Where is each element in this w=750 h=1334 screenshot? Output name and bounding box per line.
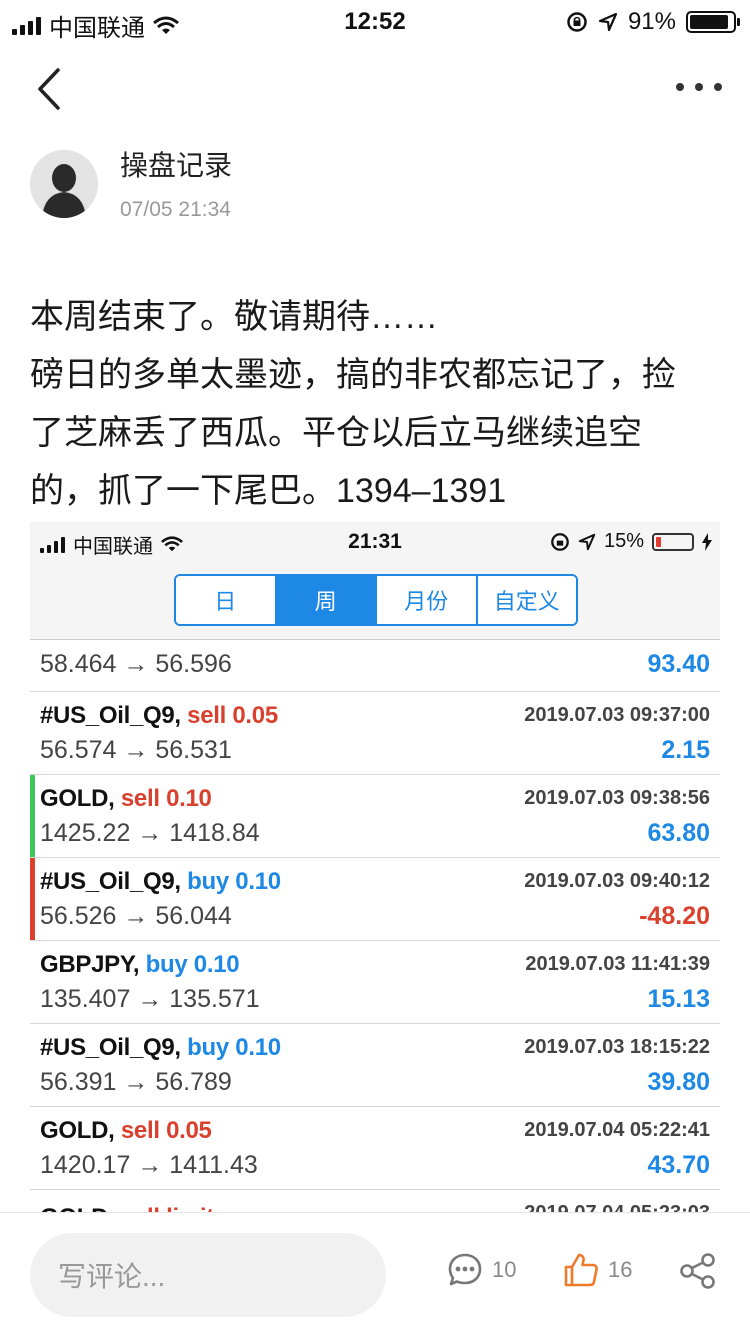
post-body: 本周结束了。敬请期待…… 磅日的多单太墨迹，搞的非农都忘记了，捡 了芝麻丢了西瓜… <box>30 288 730 520</box>
comment-button[interactable]: 10 <box>446 1251 516 1289</box>
table-row[interactable]: GOLD, sell limit 2019.07.04 05:23:03 <box>30 1190 720 1212</box>
tab-custom[interactable]: 自定义 <box>477 576 576 624</box>
location-icon <box>578 533 596 550</box>
trade-prices: 56.391 → 56.789 <box>40 1068 232 1096</box>
thumbs-up-icon <box>564 1253 598 1287</box>
trade-profit: 63.80 <box>647 819 710 847</box>
trade-side: buy 0.10 <box>145 951 240 978</box>
trade-prices: 56.574 → 56.531 <box>40 736 232 764</box>
trade-time: 2019.07.03 09:40:12 <box>524 870 710 892</box>
trade-prices: 58.464 → 56.596 <box>40 650 232 678</box>
image-battery-percent: 15% <box>603 530 644 552</box>
post-line: 了芝麻丢了西瓜。平仓以后立马继续追空 <box>30 414 642 452</box>
period-tabs: 日 周 月份 自定义 <box>174 574 578 626</box>
trade-symbol: GOLD, <box>40 1117 115 1144</box>
trade-time: 2019.07.04 05:22:41 <box>524 1119 710 1141</box>
table-row[interactable]: GBPJPY, buy 0.10 2019.07.03 11:41:39 135.4… <box>30 941 720 1024</box>
trade-profit: 2.15 <box>661 736 710 764</box>
row-marker <box>30 775 35 857</box>
image-status-right: 15% <box>550 530 712 553</box>
trade-profit: 93.40 <box>647 650 710 678</box>
bottom-bar: 写评论... 10 16 <box>0 1212 750 1334</box>
trade-profit: 39.80 <box>647 1068 710 1096</box>
trade-prices: 135.407 → 135.571 <box>40 985 260 1013</box>
post-time: 07/05 21:34 <box>120 198 231 221</box>
trade-title: GOLD, sell 0.10 <box>40 785 212 813</box>
chevron-left-icon[interactable] <box>30 64 70 114</box>
trade-time: 2019.07.03 09:38:56 <box>524 787 710 809</box>
trade-list: 58.464 → 56.596 93.40 #US_Oil_Q9, sell 0… <box>30 640 720 1212</box>
rotation-lock-icon <box>551 532 569 551</box>
table-row[interactable]: GOLD, sell 0.10 2019.07.03 09:38:56 1425.2… <box>30 775 720 858</box>
battery-icon <box>686 11 740 33</box>
trade-title: GOLD, sell 0.05 <box>40 1117 212 1145</box>
table-row[interactable]: 58.464 → 56.596 93.40 <box>30 640 720 692</box>
trade-symbol: GBPJPY, <box>40 951 140 978</box>
more-horizontal-icon[interactable] <box>676 80 722 94</box>
share-button[interactable] <box>678 1251 718 1291</box>
comment-count: 10 <box>492 1257 517 1282</box>
comment-input[interactable]: 写评论... <box>30 1233 386 1317</box>
trade-title: GBPJPY, buy 0.10 <box>40 951 240 979</box>
trade-side: buy 0.10 <box>187 868 281 895</box>
row-marker <box>30 858 35 940</box>
post-line: 的，抓了一下尾巴。1394–1391 <box>30 472 507 510</box>
trade-time: 2019.07.03 11:41:39 <box>525 953 710 975</box>
trade-profit: 43.70 <box>647 1151 710 1179</box>
author-name[interactable]: 操盘记录 <box>120 144 232 184</box>
share-icon <box>680 1253 715 1289</box>
table-row[interactable]: #US_Oil_Q9, sell 0.05 2019.07.03 09:37:00… <box>30 692 720 775</box>
trade-side: sell limit <box>121 1204 214 1212</box>
trade-profit: 15.13 <box>647 985 710 1013</box>
trade-profit: -48.20 <box>639 902 710 930</box>
tab-day[interactable]: 日 <box>176 576 277 624</box>
tab-month[interactable]: 月份 <box>377 576 478 624</box>
trade-title: #US_Oil_Q9, buy 0.10 <box>40 1034 281 1062</box>
post-image[interactable]: 中国联通 21:31 15% 日 周 月份 自定义 58.464 → 56.59… <box>30 522 720 1212</box>
avatar-silhouette-icon <box>30 150 98 218</box>
image-header: 中国联通 21:31 15% 日 周 月份 自定义 <box>30 522 720 640</box>
trade-prices: 1420.17 → 1411.43 <box>40 1151 258 1179</box>
trade-side: sell 0.05 <box>187 702 278 729</box>
trade-side: sell 0.10 <box>120 785 212 812</box>
like-count: 16 <box>608 1257 633 1282</box>
tab-week[interactable]: 周 <box>276 576 377 624</box>
status-bar: 中国联通 12:52 91% <box>0 0 750 44</box>
location-icon <box>598 12 618 32</box>
avatar[interactable] <box>30 150 98 218</box>
trade-prices: 56.526 → 56.044 <box>40 902 232 930</box>
trade-symbol: GOLD, <box>40 785 115 812</box>
trade-symbol: #US_Oil_Q9, <box>40 868 181 895</box>
trade-side: sell 0.05 <box>120 1117 212 1144</box>
table-row[interactable]: #US_Oil_Q9, buy 0.10 2019.07.03 18:15:22 5… <box>30 1024 720 1107</box>
trade-side: buy 0.10 <box>187 1034 281 1061</box>
charging-icon <box>702 532 712 551</box>
like-button[interactable]: 16 <box>562 1251 632 1289</box>
trade-time: 2019.07.03 09:37:00 <box>524 704 710 726</box>
trade-prices: 1425.22 → 1418.84 <box>40 819 260 847</box>
rotation-lock-icon <box>567 12 587 32</box>
trade-symbol: #US_Oil_Q9, <box>40 1034 181 1061</box>
status-right: 91% <box>566 8 740 36</box>
battery-percent: 91% <box>627 8 676 35</box>
post-line: 磅日的多单太墨迹，搞的非农都忘记了，捡 <box>30 356 676 394</box>
battery-icon <box>652 532 694 551</box>
table-row[interactable]: #US_Oil_Q9, buy 0.10 2019.07.03 09:40:12 5… <box>30 858 720 941</box>
trade-title: #US_Oil_Q9, sell 0.05 <box>40 702 278 730</box>
trade-title: #US_Oil_Q9, buy 0.10 <box>40 868 281 896</box>
post-line: 本周结束了。敬请期待…… <box>30 298 438 336</box>
trade-time: 2019.07.04 05:23:03 <box>524 1202 710 1212</box>
trade-time: 2019.07.03 18:15:22 <box>524 1036 710 1058</box>
trade-symbol: GOLD, <box>40 1204 115 1212</box>
trade-symbol: #US_Oil_Q9, <box>40 702 181 729</box>
trade-title: GOLD, sell limit <box>40 1204 214 1212</box>
table-row[interactable]: GOLD, sell 0.05 2019.07.04 05:22:41 1420.1… <box>30 1107 720 1190</box>
comment-icon <box>448 1253 482 1286</box>
